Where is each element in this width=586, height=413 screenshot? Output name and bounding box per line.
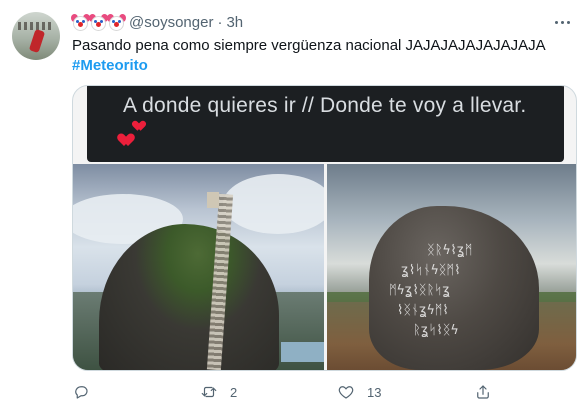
painted-symbols: ᚱʓᛋ⌇ᛝϟ — [413, 323, 459, 338]
user-handle[interactable]: @soysonger — [129, 14, 213, 31]
reply-icon — [75, 386, 88, 399]
tower-shape — [207, 192, 219, 208]
painted-symbols: ᛗϟʓ⌇ᛝᚱᛋʓ — [389, 283, 451, 298]
left-photo[interactable] — [73, 164, 324, 370]
reply-button[interactable] — [72, 382, 102, 402]
media-caption: A donde quieres ir // Donde te voy a lle… — [123, 94, 527, 117]
more-options-icon[interactable] — [552, 14, 572, 30]
clown-face-icon — [89, 13, 108, 31]
painted-symbols: ʓ⌇ᛋᚾϟᛝᛗ⌇ — [401, 263, 461, 278]
right-photo[interactable]: ᛝᚱϟ⌇ʓᛗ ʓ⌇ᛋᚾϟᛝᛗ⌇ ᛗϟʓ⌇ᛝᚱᛋʓ ⌇ᛝᚾʓϟᛗ⌇ ᚱʓᛋ⌇ᛝϟ — [327, 164, 576, 370]
separator-dot: · — [217, 13, 223, 31]
share-icon — [477, 385, 489, 399]
heart-icon — [134, 121, 144, 131]
display-name[interactable] — [71, 13, 126, 31]
retweet-count: 2 — [230, 384, 238, 400]
hashtag-link[interactable]: #Meteorito — [72, 56, 572, 76]
painted-symbols: ⌇ᛝᚾʓϟᛗ⌇ — [397, 303, 449, 318]
tweet-text-line: Pasando pena como siempre vergüenza naci… — [72, 37, 546, 54]
like-button[interactable]: 13 — [337, 382, 381, 402]
like-count: 13 — [367, 384, 382, 400]
avatar[interactable] — [12, 12, 60, 60]
rock-shape — [99, 224, 279, 370]
clown-face-icon — [107, 13, 126, 31]
media-container[interactable]: A donde quieres ir // Donde te voy a lle… — [72, 85, 577, 371]
lake-shape — [281, 342, 324, 362]
painted-symbols: ᛝᚱϟ⌇ʓᛗ — [427, 243, 473, 258]
heart-outline-icon — [338, 386, 354, 399]
heart-icon — [120, 134, 132, 146]
caption-panel: A donde quieres ir // Donde te voy a lle… — [87, 86, 564, 162]
tweet-header: @soysonger · 3h — [71, 12, 243, 32]
tweet-text: Pasando pena como siempre vergüenza naci… — [72, 36, 572, 76]
cloud-shape — [223, 174, 324, 234]
avatar-figure-detail — [28, 28, 46, 54]
clown-face-icon — [71, 13, 90, 31]
share-button[interactable] — [474, 382, 504, 402]
retweet-icon — [201, 386, 217, 398]
retweet-button[interactable]: 2 — [200, 382, 237, 402]
tweet-card[interactable]: @soysonger · 3h Pasando pena como siempr… — [0, 0, 586, 413]
timestamp[interactable]: 3h — [226, 14, 243, 31]
action-bar: 2 13 — [72, 382, 577, 406]
